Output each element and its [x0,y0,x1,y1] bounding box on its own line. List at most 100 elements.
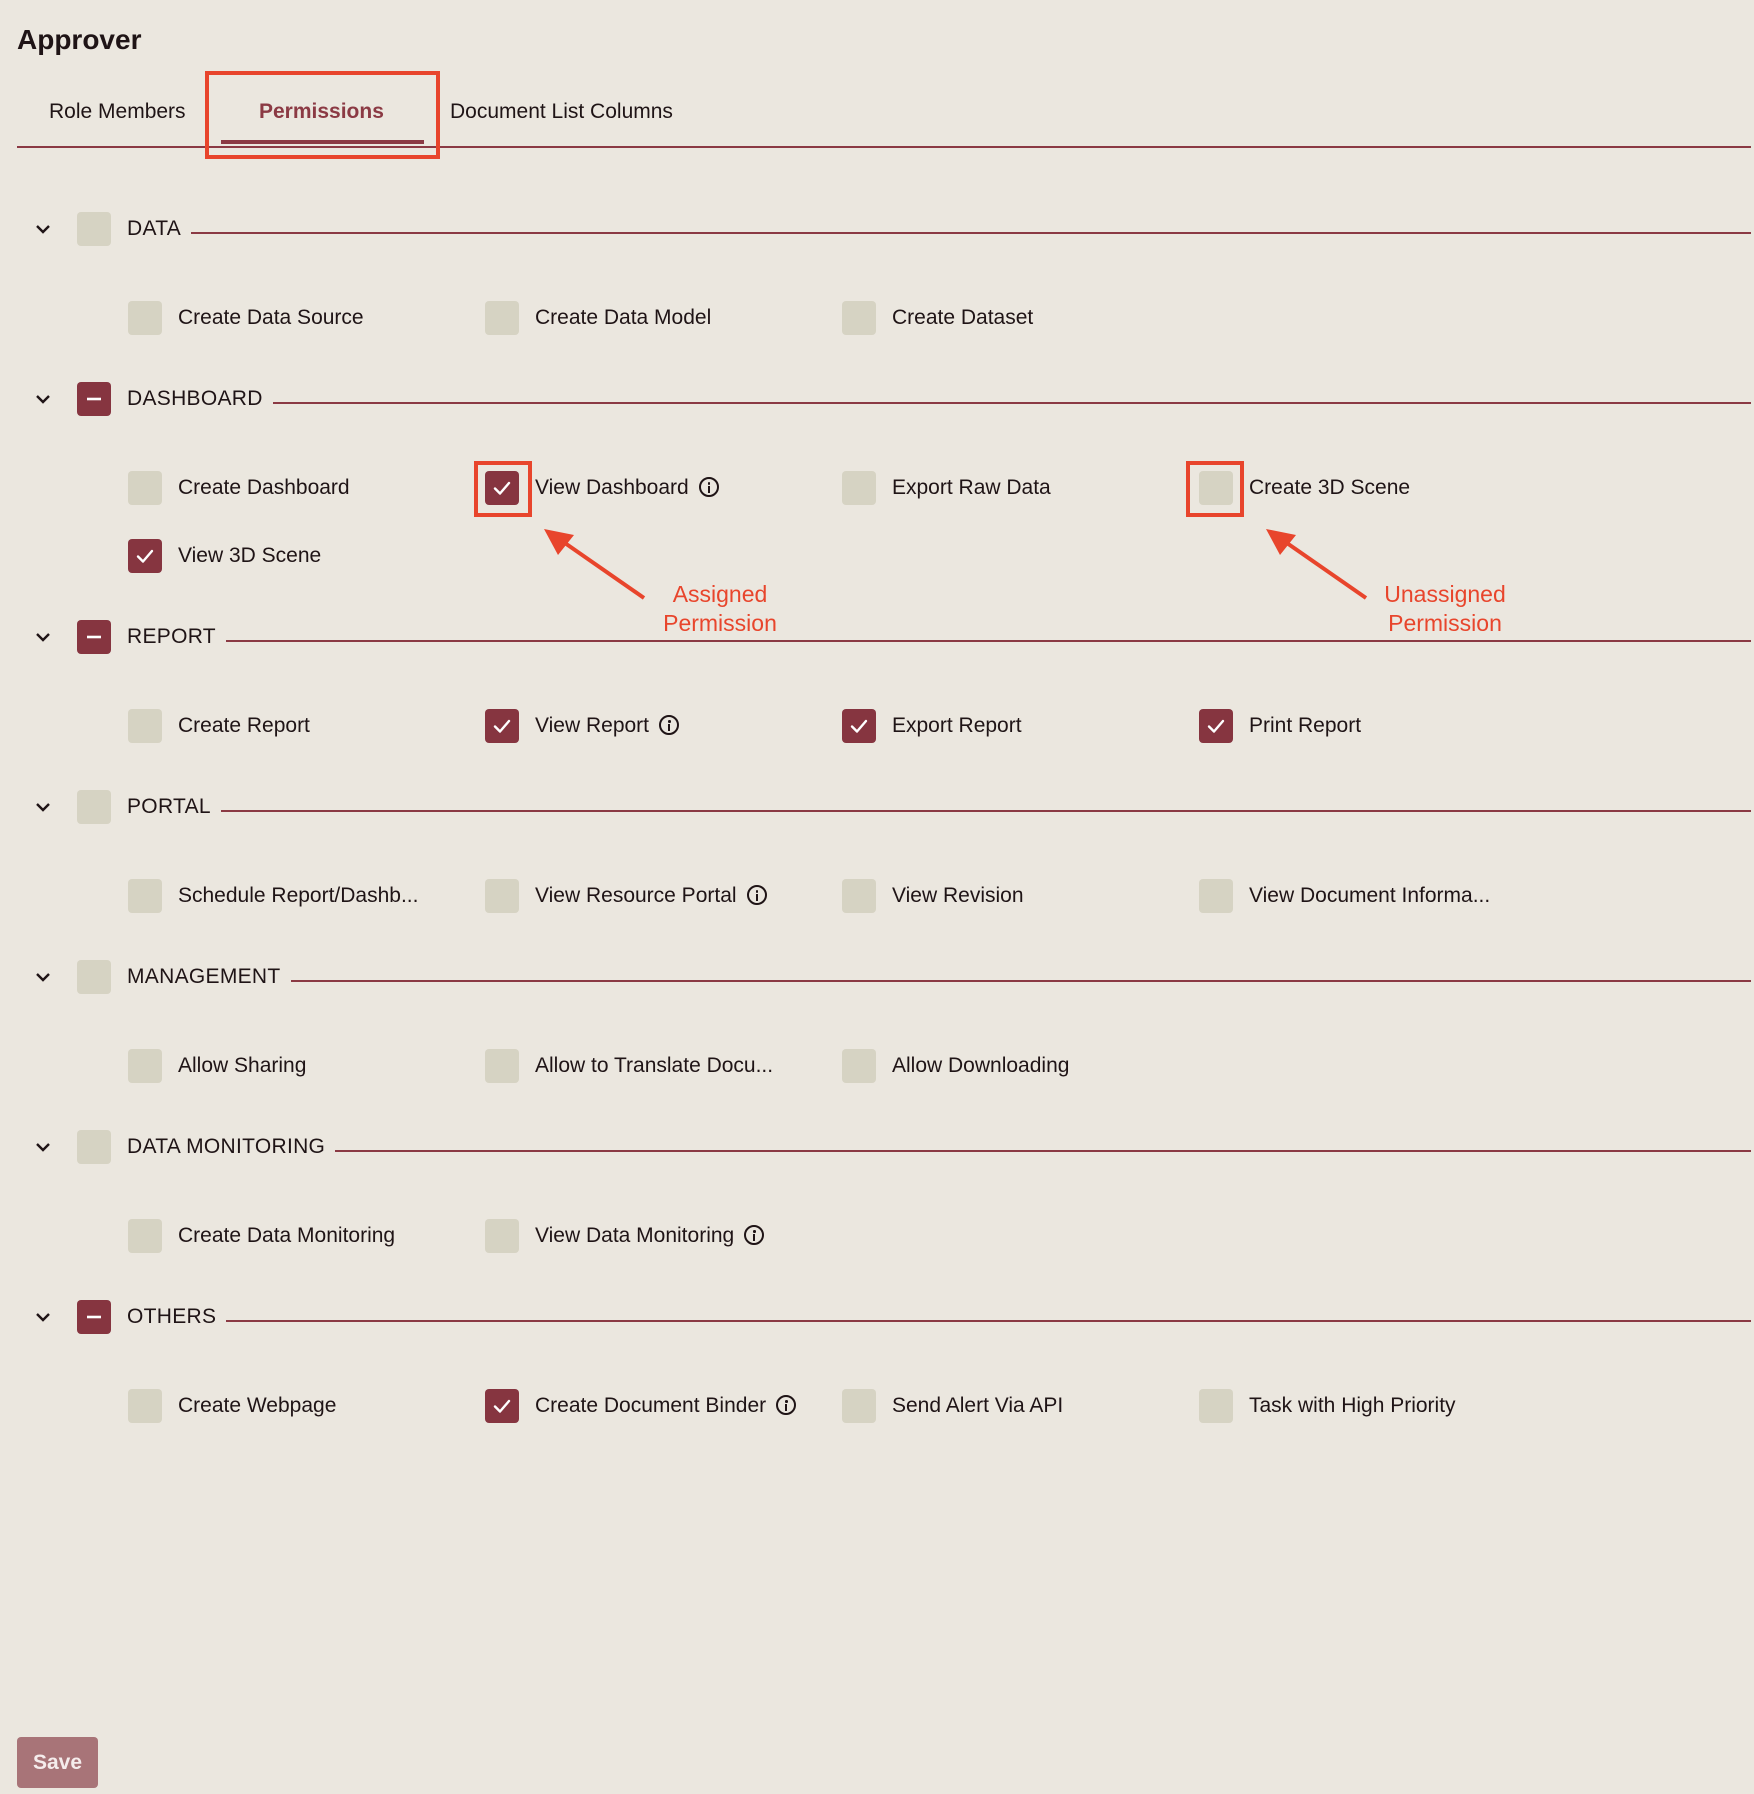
permission-checkbox[interactable] [1199,1389,1233,1423]
info-icon[interactable] [744,1225,765,1245]
permission-checkbox[interactable] [842,879,876,913]
section-checkbox[interactable] [77,212,111,246]
permission-label-text: Create Document Binder [535,1394,767,1417]
permission-checkbox[interactable] [128,471,162,505]
annotation-assigned-line2: Permission [663,610,777,636]
permission-label: View Report [535,714,680,738]
permission-label-text: Create Data Source [178,306,364,329]
section-checkbox[interactable] [77,960,111,994]
permission-label-text: Create Data Model [535,306,712,329]
section-divider [127,1150,1751,1152]
permission-label: View Data Monitoring [535,1224,765,1248]
permission-label-text: Schedule Report/Dashb... [178,884,419,907]
section-label: OTHERS [127,1305,227,1329]
permission-label-text: Allow Sharing [178,1054,307,1077]
permission-checkbox[interactable] [128,301,162,335]
section-checkbox[interactable] [77,620,111,654]
save-button[interactable]: Save [17,1737,98,1788]
permission-label-text: View Revision [892,884,1024,907]
permission-label: Allow to Translate Docu... [535,1054,773,1078]
permission-label: Export Report [892,714,1022,738]
chevron-down-icon[interactable] [32,1306,54,1328]
permission-label-text: View 3D Scene [178,544,322,567]
permission-label-text: View Document Informa... [1249,884,1491,907]
permission-label-text: Create Report [178,714,310,737]
section-label: DATA [127,217,192,241]
annotation-unassigned-line2: Permission [1388,610,1502,636]
permission-checkbox[interactable] [485,301,519,335]
permission-checkbox[interactable] [128,879,162,913]
permission-label: Schedule Report/Dashb... [178,884,418,908]
chevron-down-icon[interactable] [32,1136,54,1158]
permission-checkbox[interactable] [485,1389,519,1423]
page-title: Approver [17,24,142,55]
permission-checkbox[interactable] [1199,471,1233,505]
permission-label-text: Allow to Translate Docu... [535,1054,774,1077]
permission-checkbox[interactable] [1199,879,1233,913]
permission-label-text: Send Alert Via API [892,1394,1064,1417]
permission-label: Create Data Monitoring [178,1224,395,1248]
section-checkbox[interactable] [77,1300,111,1334]
permission-label: Create Data Source [178,306,364,330]
section-data-monitoring: DATA MONITORING [0,1130,1754,1170]
tab-role-members[interactable]: Role Members [49,100,186,124]
section-label: REPORT [127,625,226,649]
info-icon[interactable] [659,715,680,735]
section-dashboard: DASHBOARD [0,382,1754,422]
permission-checkbox[interactable] [842,471,876,505]
chevron-down-icon[interactable] [32,626,54,648]
section-divider [127,640,1751,642]
chevron-down-icon[interactable] [32,796,54,818]
section-checkbox[interactable] [77,382,111,416]
permission-checkbox[interactable] [485,879,519,913]
permission-label-text: Create Dashboard [178,476,350,499]
permission-checkbox[interactable] [128,1389,162,1423]
annotation-assigned-permission: Assigned Permission [640,580,800,638]
permission-label: Allow Downloading [892,1054,1069,1078]
permission-label-text: Allow Downloading [892,1054,1070,1077]
permission-label: Allow Sharing [178,1054,306,1078]
chevron-down-icon[interactable] [32,388,54,410]
permission-checkbox[interactable] [1199,709,1233,743]
permission-checkbox[interactable] [128,539,162,573]
permission-checkbox[interactable] [842,1049,876,1083]
permission-label-text: Task with High Priority [1249,1394,1456,1417]
permission-checkbox[interactable] [128,1219,162,1253]
info-icon[interactable] [698,477,719,497]
permission-label-text: Create 3D Scene [1249,476,1411,499]
permission-checkbox[interactable] [128,1049,162,1083]
permission-checkbox[interactable] [128,709,162,743]
permission-label: Send Alert Via API [892,1394,1063,1418]
chevron-down-icon[interactable] [32,218,54,240]
info-icon[interactable] [776,1395,797,1415]
section-label: DATA MONITORING [127,1135,336,1159]
info-icon[interactable] [746,885,767,905]
permission-checkbox[interactable] [485,471,519,505]
permission-label-text: Create Dataset [892,306,1034,329]
permission-label-text: Create Data Monitoring [178,1224,396,1247]
section-divider [127,232,1751,234]
section-checkbox[interactable] [77,790,111,824]
section-divider [127,402,1751,404]
permission-label: Task with High Priority [1249,1394,1456,1418]
annotation-unassigned-permission: Unassigned Permission [1355,580,1535,638]
permission-label: View 3D Scene [178,544,321,568]
permission-checkbox[interactable] [842,709,876,743]
permission-label: Create Webpage [178,1394,336,1418]
permission-label-text: View Dashboard [535,476,689,499]
permission-checkbox[interactable] [485,709,519,743]
chevron-down-icon[interactable] [32,966,54,988]
section-label: PORTAL [127,795,221,819]
section-label: MANAGEMENT [127,965,291,989]
tab-permissions[interactable]: Permissions [259,100,384,124]
section-management: MANAGEMENT [0,960,1754,1000]
permission-checkbox[interactable] [842,301,876,335]
permission-label: Export Raw Data [892,476,1051,500]
section-divider [127,810,1751,812]
permission-checkbox[interactable] [485,1049,519,1083]
section-checkbox[interactable] [77,1130,111,1164]
tab-document-list-columns[interactable]: Document List Columns [450,100,673,124]
permission-checkbox[interactable] [485,1219,519,1253]
permission-checkbox[interactable] [842,1389,876,1423]
permission-label-text: View Report [535,714,650,737]
